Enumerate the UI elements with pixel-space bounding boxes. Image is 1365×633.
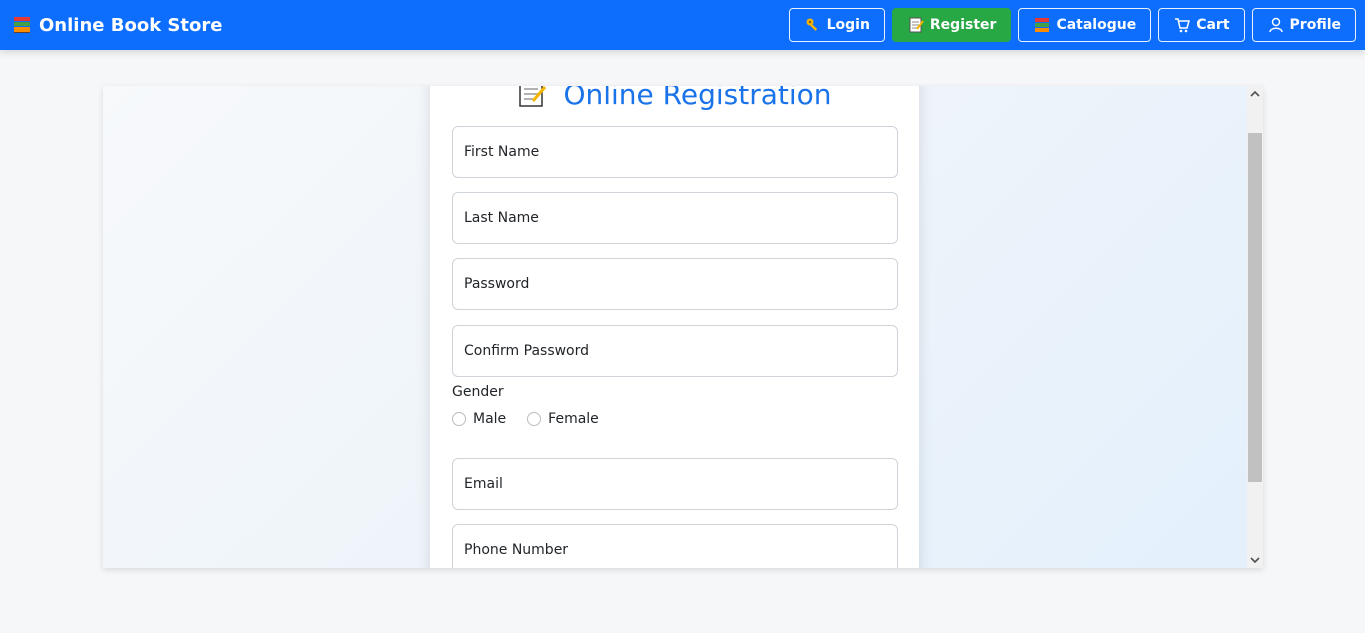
gender-female-option[interactable]: Female	[527, 411, 599, 427]
chevron-down-icon	[1250, 557, 1260, 564]
profile-button[interactable]: Profile	[1251, 8, 1356, 42]
male-radio[interactable]	[452, 412, 466, 426]
confirm-password-field[interactable]	[452, 325, 898, 377]
female-radio[interactable]	[527, 412, 542, 426]
phone-number-field[interactable]	[452, 524, 898, 568]
catalogue-label: Catalogue	[1056, 17, 1137, 33]
cart-label: Cart	[1196, 17, 1230, 33]
gender-label: Gender	[452, 384, 504, 400]
brand[interactable]: Online Book Store	[12, 0, 222, 50]
form-title-text: Online Registration	[563, 86, 832, 111]
login-label: Login	[826, 17, 870, 33]
books-icon	[14, 17, 30, 33]
login-button[interactable]: Login	[788, 8, 885, 42]
register-button[interactable]: Register	[891, 8, 1012, 42]
books-icon	[1035, 18, 1050, 32]
user-icon	[1268, 17, 1283, 33]
last-name-field[interactable]	[452, 192, 898, 244]
top-navbar: Online Book Store Login Register Catalog…	[0, 0, 1365, 50]
scroll-thumb[interactable]	[1248, 133, 1262, 482]
cart-button[interactable]: Cart	[1158, 8, 1245, 42]
memo-icon	[909, 17, 924, 33]
first-name-field[interactable]	[452, 126, 898, 178]
cart-icon	[1175, 18, 1191, 33]
scroll-up-arrow[interactable]	[1247, 86, 1263, 102]
email-field[interactable]	[452, 458, 898, 510]
password-field[interactable]	[452, 258, 898, 310]
male-label: Male	[473, 411, 507, 427]
female-label: Female	[548, 411, 599, 427]
form-title: Online Registration	[430, 86, 919, 114]
register-label: Register	[929, 17, 997, 33]
memo-icon	[519, 86, 547, 107]
frame-scrollbar[interactable]	[1247, 86, 1263, 568]
gender-options: Male Female	[452, 411, 620, 427]
brand-title: Online Book Store	[39, 14, 223, 36]
chevron-up-icon	[1250, 90, 1260, 97]
registration-card: Online Registration Gender Male Female	[430, 86, 919, 568]
registration-frame: Online Registration Gender Male Female	[103, 86, 1263, 568]
gender-male-option[interactable]: Male	[452, 411, 506, 427]
catalogue-button[interactable]: Catalogue	[1018, 8, 1152, 42]
key-icon	[806, 18, 817, 31]
scroll-down-arrow[interactable]	[1247, 552, 1263, 568]
profile-label: Profile	[1289, 17, 1341, 33]
